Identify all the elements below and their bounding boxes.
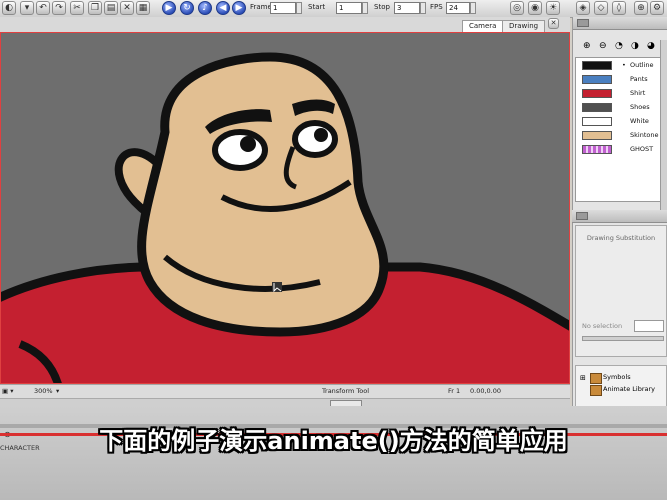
palette-row-shirt[interactable]: Shirt (578, 87, 666, 100)
frame-indicator: Fr 1 (448, 387, 461, 395)
swatch-shirt (582, 89, 612, 98)
top-toolbar: ◐ ▾ ↶ ↷ ✂ ❐ ▤ ✕ ▦ ▶ ↻ ♪ ◀ ▶ Frame 1 Star… (0, 0, 667, 18)
viewport-tabs: Camera Drawing ✕ (0, 17, 570, 33)
folder-icon (590, 385, 602, 396)
folder-icon (590, 373, 602, 384)
palette-label: GHOST (630, 145, 654, 153)
left-pupil (240, 136, 256, 152)
loop-icon[interactable]: ↻ (180, 1, 194, 15)
frame-label: Frame (250, 3, 272, 11)
drawing-panel-titlebar (572, 210, 667, 223)
texture-icon[interactable]: ◑ (631, 41, 639, 51)
coordinates: 0.00,0.00 (470, 387, 502, 395)
settings-icon[interactable]: ⚙ (650, 1, 664, 15)
swatch-ghost (582, 145, 612, 154)
sound-icon[interactable]: ♪ (198, 1, 212, 15)
remove-color-icon[interactable]: ⊖ (599, 41, 607, 51)
start-field[interactable]: 1 (336, 2, 362, 14)
fps-label: FPS (430, 3, 443, 11)
palette-label: Shirt (630, 89, 646, 97)
play-icon[interactable]: ▶ (162, 1, 176, 15)
redo-icon[interactable]: ↷ (52, 1, 66, 15)
expand-icon[interactable]: ⊞ (580, 374, 586, 382)
paste-icon[interactable]: ▤ (104, 1, 118, 15)
delete-icon[interactable]: ✕ (120, 1, 134, 15)
palette-label: Pants (630, 75, 648, 83)
grid-icon[interactable]: ▦ (136, 1, 150, 15)
camera-canvas[interactable] (0, 32, 570, 384)
scissors-icon[interactable]: ✂ (70, 1, 84, 15)
palette-row-skintone[interactable]: Skintone (578, 129, 666, 142)
zoom-level[interactable]: 300% (34, 385, 53, 398)
swatch-skintone (582, 131, 612, 140)
stop-field[interactable]: 3 (394, 2, 420, 14)
stop-label: Stop (374, 3, 390, 11)
palette-scrollbar[interactable] (660, 40, 667, 210)
palette-row-shoes[interactable]: Shoes (578, 101, 666, 114)
left-eye (212, 129, 268, 171)
character-drawing (0, 32, 570, 384)
palette-label: Outline (630, 61, 654, 69)
light-table-icon[interactable]: ☀ (546, 1, 560, 15)
zoom-dropdown-icon[interactable]: ▾ (56, 385, 59, 398)
palette-row-ghost[interactable]: GHOST (578, 143, 666, 156)
undo-icon[interactable]: ↶ (36, 1, 50, 15)
swatch-pants (582, 75, 612, 84)
stop-spinner[interactable] (420, 2, 426, 14)
copy-icon[interactable]: ❐ (88, 1, 102, 15)
panel-menu-icon[interactable] (576, 212, 588, 220)
frame-spinner[interactable] (296, 2, 302, 14)
color-palette-list: • Outline Pants Shirt Shoes White Skinto… (575, 57, 662, 202)
no-selection-label: No selection (582, 322, 623, 330)
palette-options-icon[interactable]: ◕ (647, 41, 655, 51)
preview-icon[interactable]: ◇ (594, 1, 608, 15)
pointer-tool-icon[interactable]: ◐ (2, 1, 16, 15)
substitution-field[interactable] (634, 320, 664, 332)
palette-row-pants[interactable]: Pants (578, 73, 666, 86)
swatch-shoes (582, 103, 612, 112)
video-subtitle: 下面的例子演示animate()方法的简单应用 (99, 427, 568, 455)
palette-row-white[interactable]: White (578, 115, 666, 128)
add-color-icon[interactable]: ⊕ (583, 41, 591, 51)
start-label: Start (308, 3, 326, 11)
next-frame-icon[interactable]: ▶ (232, 1, 246, 15)
substitution-slider[interactable] (582, 336, 664, 341)
drawing-panel-header (572, 210, 667, 223)
fps-spinner[interactable] (470, 2, 476, 14)
library-item-animate-library[interactable]: Animate Library (603, 385, 655, 393)
drawing-substitution-title: Drawing Substitution (586, 234, 656, 242)
fps-field[interactable]: 24 (446, 2, 470, 14)
library-item-symbols[interactable]: Symbols (603, 373, 631, 381)
palette-label: Skintone (630, 131, 659, 139)
color-picker-icon[interactable]: ◔ (615, 41, 623, 51)
dropdown-icon[interactable]: ▾ (20, 1, 34, 15)
drawing-substitution-panel: Drawing Substitution No selection (575, 225, 667, 357)
render-icon[interactable]: ◈ (576, 1, 590, 15)
frame-field[interactable]: 1 (270, 2, 296, 14)
onion-skin-icon[interactable]: ◉ (528, 1, 542, 15)
palette-row-outline[interactable]: • Outline (578, 59, 666, 72)
current-tool: Transform Tool (322, 387, 370, 395)
start-spinner[interactable] (362, 2, 368, 14)
camera-view-icon[interactable]: ◎ (510, 1, 524, 15)
swatch-outline (582, 61, 612, 70)
swatch-white (582, 117, 612, 126)
zoom-icon[interactable]: ▣ ▾ (2, 385, 13, 398)
palette-label: White (630, 117, 649, 125)
palette-label: Shoes (630, 103, 650, 111)
library-panel: ⊞ Symbols Animate Library (575, 365, 667, 407)
right-eye (292, 120, 338, 158)
flip-icon[interactable]: ◊ (612, 1, 626, 15)
right-pupil (314, 128, 328, 142)
status-bar: ▣ ▾ 300% ▾ Transform Tool Fr 1 0.00,0.00 (0, 384, 570, 399)
palette-panel-header (573, 17, 667, 30)
prev-frame-icon[interactable]: ◀ (216, 1, 230, 15)
selected-dot-icon: • (622, 61, 626, 69)
zoom-icon[interactable]: ⊕ (634, 1, 648, 15)
panel-menu-icon[interactable] (577, 19, 589, 27)
close-icon[interactable]: ✕ (548, 18, 559, 29)
